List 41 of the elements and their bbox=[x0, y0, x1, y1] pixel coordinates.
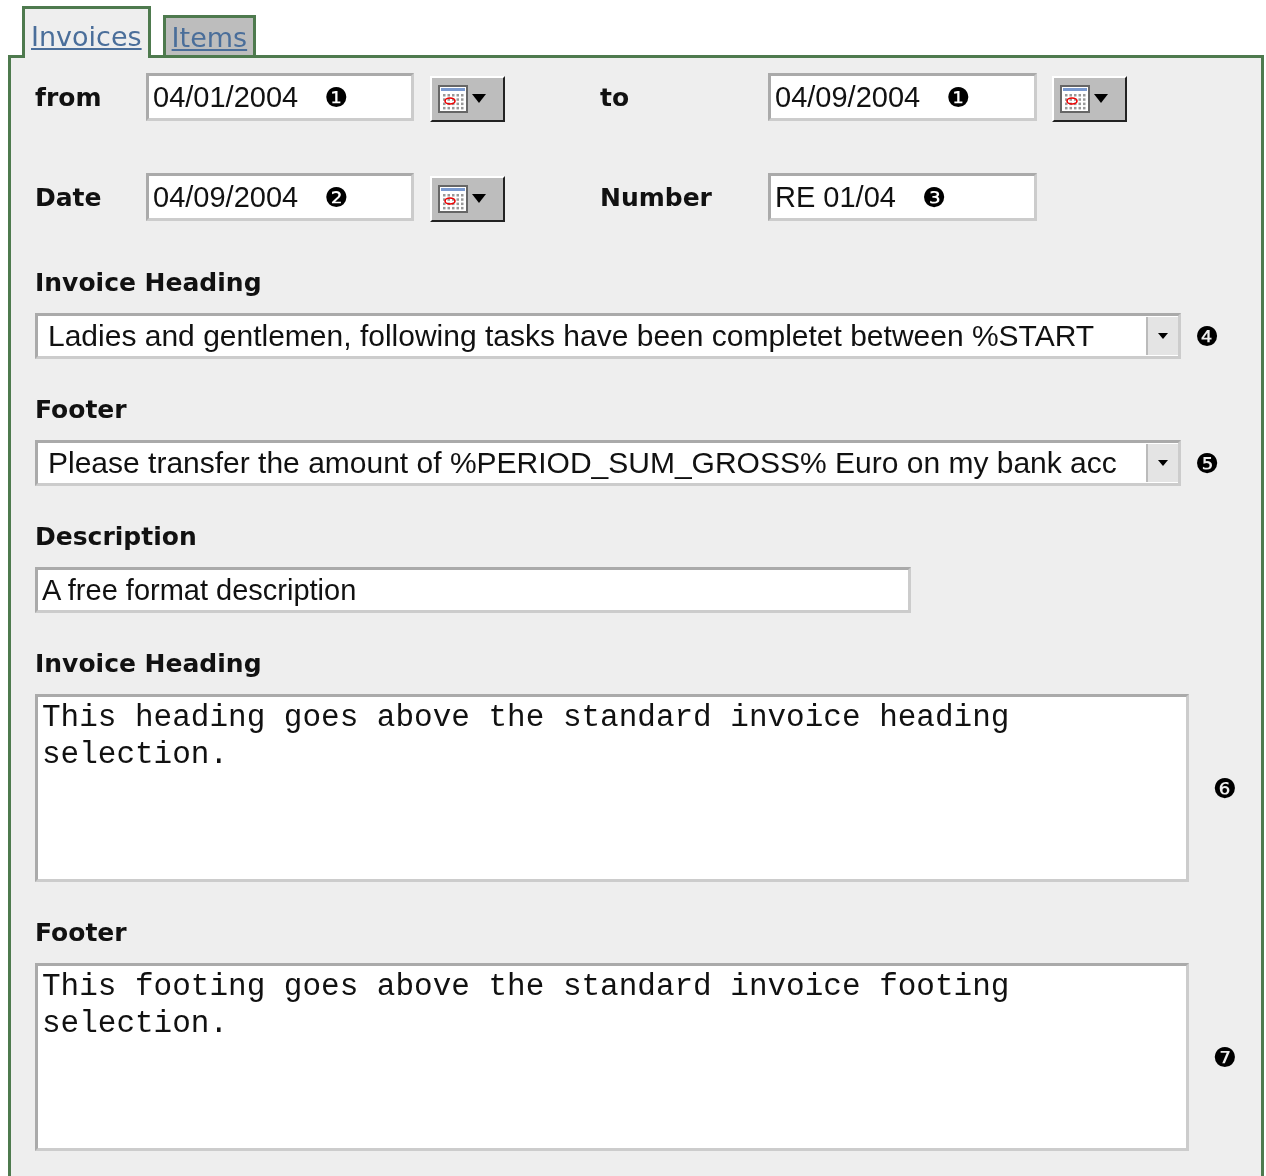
text-field[interactable]: 04/09/2004 ❶ bbox=[768, 73, 1037, 121]
field-label: to bbox=[600, 82, 631, 112]
field-value: 04/09/2004 bbox=[775, 80, 921, 114]
text-field[interactable]: 04/09/2004 ❷ bbox=[146, 173, 414, 221]
field-value: 04/09/2004 bbox=[153, 180, 299, 214]
dropdown-field[interactable]: Ladies and gentlemen, following tasks have been completet between %START bbox=[35, 313, 1181, 359]
callout-number: ❹ bbox=[1195, 320, 1220, 352]
calendar-icon bbox=[438, 85, 468, 113]
text-area[interactable]: This heading goes above the standard invoice heading selection. bbox=[35, 694, 1189, 882]
text-field[interactable]: 04/01/2004 ❶ bbox=[146, 73, 414, 121]
field-label: Invoice Heading bbox=[35, 268, 263, 297]
field-value: RE 01/04 bbox=[775, 180, 896, 214]
callout-number: ❷ bbox=[324, 181, 349, 213]
callout-number: ❸ bbox=[921, 181, 947, 213]
field-value: 04/01/2004 bbox=[153, 80, 299, 114]
calendar-button[interactable] bbox=[430, 176, 505, 222]
calendar-button[interactable] bbox=[1052, 76, 1127, 122]
callout-number: ❶ bbox=[324, 81, 349, 113]
tab[interactable]: Invoices bbox=[22, 6, 151, 58]
caret-icon bbox=[1094, 94, 1108, 104]
field-value: A free format description bbox=[42, 573, 357, 607]
calendar-icon bbox=[1060, 85, 1090, 113]
field-label: from bbox=[35, 82, 103, 112]
callout-number: ❻ bbox=[1212, 772, 1237, 804]
text-area[interactable]: This footing goes above the standard invoice footing selection. bbox=[35, 963, 1189, 1151]
calendar-button[interactable] bbox=[430, 76, 505, 122]
caret-icon bbox=[472, 94, 486, 104]
field-label: Footer bbox=[35, 918, 128, 947]
field-label: Footer bbox=[35, 395, 128, 424]
callout-number: ❼ bbox=[1212, 1041, 1237, 1073]
calendar-icon bbox=[438, 185, 468, 213]
caret-icon bbox=[472, 194, 486, 204]
callout-number: ❺ bbox=[1195, 447, 1220, 479]
field-label: Number bbox=[600, 182, 713, 212]
field-label: Description bbox=[35, 522, 198, 551]
callout-number: ❶ bbox=[946, 81, 971, 113]
field-label: Invoice Heading bbox=[35, 649, 263, 678]
text-field[interactable]: RE 01/04 ❸ bbox=[768, 173, 1037, 221]
field-label: Date bbox=[35, 182, 103, 212]
text-field[interactable]: A free format description bbox=[35, 567, 911, 613]
dropdown-field[interactable]: Please transfer the amount of %PERIOD_SUM_GROSS% Euro on my bank acc bbox=[35, 440, 1181, 486]
